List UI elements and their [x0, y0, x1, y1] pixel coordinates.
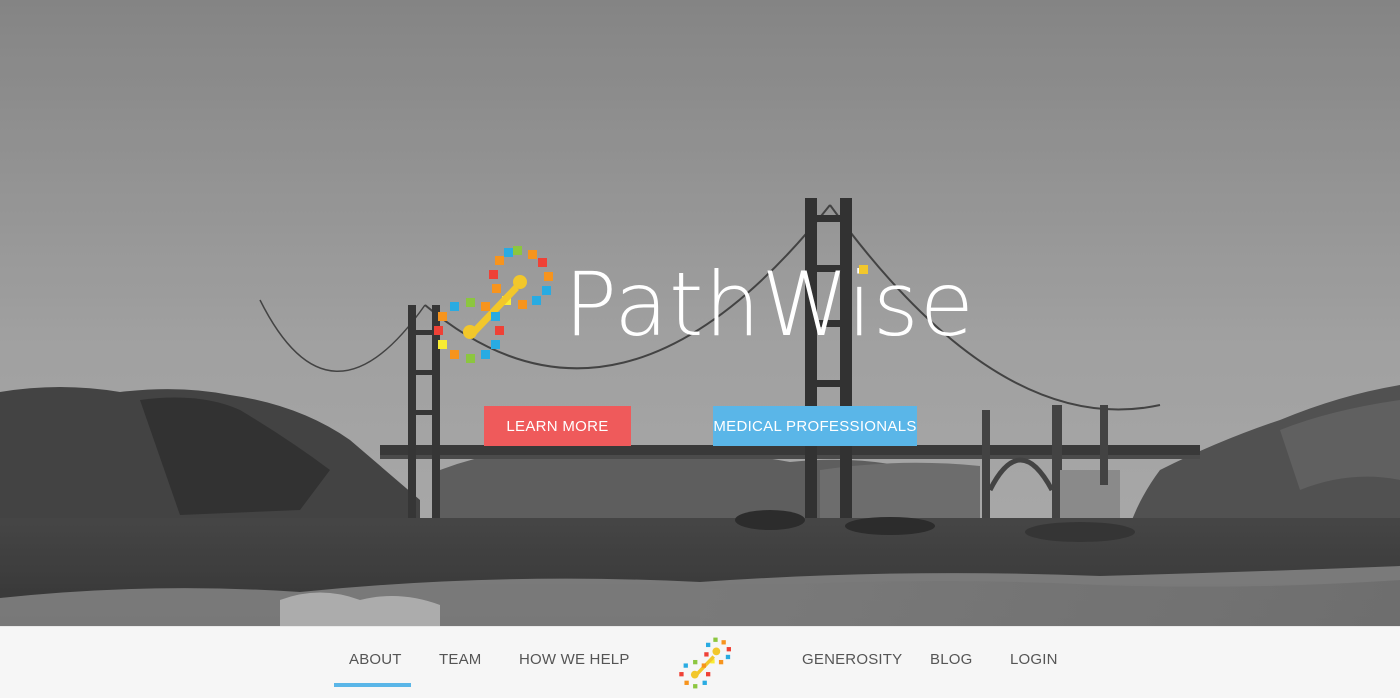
nav-item-team[interactable]: TEAM: [439, 651, 481, 668]
hero-section: PathWise LEARN MORE MEDICAL PROFESSIONAL…: [0, 0, 1400, 626]
brand-lockup: PathWise: [432, 240, 975, 370]
learn-more-button[interactable]: LEARN MORE: [484, 406, 631, 446]
nav-item-blog[interactable]: BLOG: [930, 651, 972, 668]
pathwise-gears-logo-icon[interactable]: [678, 635, 734, 691]
nav-item-how-we-help[interactable]: HOW WE HELP: [519, 651, 630, 668]
nav-item-about[interactable]: ABOUT: [349, 651, 402, 668]
pathwise-gears-logo-icon: [434, 246, 553, 363]
brand-name: PathWise: [564, 253, 975, 356]
nav-item-login[interactable]: LOGIN: [1010, 651, 1058, 668]
bottom-navigation-bar: ABOUT TEAM HOW WE HELP GENEROSITY BLOG L…: [0, 626, 1400, 698]
nav-active-indicator: [334, 683, 411, 687]
medical-professionals-button[interactable]: MEDICAL PROFESSIONALS: [713, 406, 917, 446]
nav-item-generosity[interactable]: GENEROSITY: [802, 651, 902, 668]
